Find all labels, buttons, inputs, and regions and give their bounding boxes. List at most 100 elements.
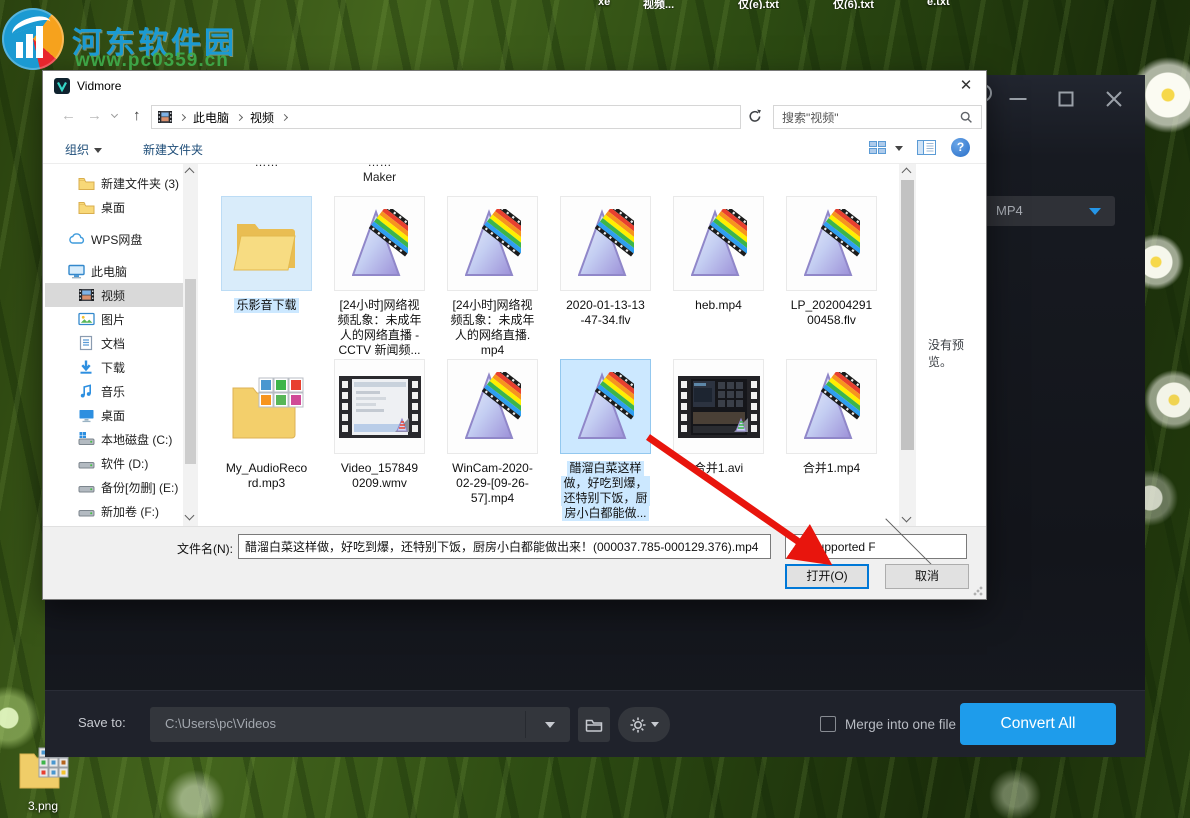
new-folder-button[interactable]: 新建文件夹 — [143, 141, 203, 158]
open-button[interactable]: 打开(O) — [785, 564, 869, 589]
breadcrumb-this-pc[interactable]: 此电脑 — [193, 109, 229, 126]
video-triangle-icon — [673, 196, 764, 291]
sidebar-item-10-drive-windows[interactable]: 本地磁盘 (C:) — [45, 427, 183, 451]
file-list-scrollbar[interactable] — [899, 164, 916, 526]
file-tile-r1c4[interactable]: 合并1.avi — [673, 359, 764, 476]
sidebar-item-0-folder[interactable]: 新建文件夹 (3) — [45, 171, 183, 195]
breadcrumb-chevron-icon — [236, 113, 243, 120]
sidebar-item-7-download[interactable]: 下载 — [45, 355, 183, 379]
drive-icon — [78, 455, 95, 471]
sidebar-item-12-drive[interactable]: 备份[勿删] (E:) — [45, 475, 183, 499]
filename-input[interactable] — [238, 534, 771, 559]
drive-icon — [78, 479, 95, 495]
save-path-select[interactable]: C:\Users\pc\Videos — [150, 707, 570, 742]
search-icon — [960, 111, 973, 124]
file-tile-r1c3[interactable]: 醋溜白菜这样做，好吃到爆，还特别下饭，厨房小白都能做... — [560, 359, 651, 521]
file-tile-r0c5[interactable]: LP_20200429100458.flv — [786, 196, 877, 328]
sidebar-item-label: 备份[勿删] (E:) — [101, 479, 178, 496]
sidebar-item-label: 视频 — [101, 287, 125, 304]
back-button[interactable]: ← — [61, 107, 76, 124]
sidebar-item-11-drive[interactable]: 软件 (D:) — [45, 451, 183, 475]
output-format-dropdown[interactable]: MP4 — [980, 196, 1115, 226]
drive-windows-icon — [78, 431, 95, 447]
sidebar-item-8-music[interactable]: 音乐 — [45, 379, 183, 403]
file-name-label: 乐影音下载 — [221, 298, 312, 313]
file-tile-r1c2[interactable]: WinCam-2020-02-29-[09-26-57].mp4 — [447, 359, 538, 506]
vidmore-app-icon — [54, 78, 70, 97]
pictures-icon — [78, 311, 95, 327]
sidebar-item-5-pictures[interactable]: 图片 — [45, 307, 183, 331]
sidebar-item-label: 软件 (D:) — [101, 455, 148, 472]
desktop-icon-label: 3.png — [12, 799, 74, 813]
file-tile-r0c0[interactable]: 乐影音下载 — [221, 196, 312, 313]
chevron-down-icon — [94, 148, 102, 153]
history-chevron-icon[interactable] — [111, 111, 118, 118]
search-placeholder: 搜索"视频" — [782, 109, 960, 126]
dialog-command-bar: 组织 新建文件夹 ? — [43, 133, 986, 164]
sidebar-item-3-computer[interactable]: 此电脑 — [45, 259, 183, 283]
sidebar-item-label: 桌面 — [101, 199, 125, 216]
save-to-label: Save to: — [78, 715, 126, 730]
cancel-button[interactable]: 取消 — [885, 564, 969, 589]
video-icon — [78, 287, 95, 303]
sidebar-item-4-video[interactable]: 视频 — [45, 283, 183, 307]
sidebar-scrollbar[interactable] — [183, 164, 198, 526]
file-tile-r0c3[interactable]: 2020-01-13-13-47-34.flv — [560, 196, 651, 328]
cloud-icon — [68, 231, 85, 247]
resize-grip[interactable] — [973, 586, 983, 596]
file-tile-r1c5[interactable]: 合并1.mp4 — [786, 359, 877, 476]
refresh-button[interactable] — [748, 109, 762, 126]
minimize-button[interactable] — [1001, 86, 1035, 112]
sidebar-item-label: 新建文件夹 (3) — [101, 175, 179, 192]
file-type-dropdown[interactable]: All Supported Formats (*.ts; — [785, 534, 967, 559]
sidebar-item-9-desktop[interactable]: 桌面 — [45, 403, 183, 427]
change-view-icon[interactable] — [869, 141, 887, 156]
sidebar-item-label: 图片 — [101, 311, 125, 328]
preview-pane: 没有预览。 — [916, 164, 986, 526]
dialog-close-button[interactable]: ✕ — [954, 75, 978, 97]
file-name-label: [24小时]网络视频乱象：未成年人的网络直播.mp4 — [447, 298, 538, 358]
image-folder-icon — [16, 779, 70, 796]
chevron-down-icon[interactable] — [895, 146, 903, 151]
forward-button[interactable]: → — [87, 107, 102, 124]
merge-checkbox[interactable] — [820, 716, 836, 732]
convert-all-button[interactable]: Convert All — [960, 703, 1116, 745]
sidebar-item-1-folder[interactable]: 桌面 — [45, 195, 183, 219]
sidebar-item-label: 下载 — [101, 359, 125, 376]
help-icon[interactable]: ? — [951, 138, 970, 157]
file-list-scrollbar-thumb[interactable] — [901, 180, 914, 450]
file-name-label: 2020-01-13-13-47-34.flv — [560, 298, 651, 328]
sidebar-item-label: 桌面 — [101, 407, 125, 424]
file-tile-r1c1[interactable]: Video_1578490209.wmv — [334, 359, 425, 491]
converter-bottom-bar: Save to: C:\Users\pc\Videos Merge into o… — [45, 690, 1145, 757]
dialog-title-bar: Vidmore ✕ — [43, 71, 986, 101]
settings-button[interactable] — [618, 707, 670, 742]
breadcrumb-videos[interactable]: 视频 — [250, 109, 274, 126]
site-url: www.pc0359.cn — [75, 50, 229, 72]
clipped-desktop-label: 仅(6).txt — [833, 0, 874, 9]
video-triangle-icon — [447, 196, 538, 291]
watermark: 河东软件园 www.pc0359.cn — [0, 6, 320, 70]
file-name-label: LP_20200429100458.flv — [786, 298, 877, 328]
open-output-folder-button[interactable] — [578, 707, 610, 742]
sidebar-item-2-cloud[interactable]: WPS网盘 — [45, 227, 183, 251]
folder-icon — [78, 175, 95, 191]
sidebar-item-6-document[interactable]: 文档 — [45, 331, 183, 355]
file-tile-r0c4[interactable]: heb.mp4 — [673, 196, 764, 313]
file-name-label: My_AudioRecord.mp3 — [221, 461, 312, 491]
search-input[interactable]: 搜索"视频" — [773, 105, 982, 129]
dialog-nav-bar: ← → ↑ 此电脑 视频 搜索"视频" — [43, 101, 986, 133]
close-button[interactable] — [1097, 86, 1131, 112]
organize-menu[interactable]: 组织 — [65, 141, 102, 158]
maximize-button[interactable] — [1049, 86, 1083, 112]
file-tile-r0c2[interactable]: [24小时]网络视频乱象：未成年人的网络直播.mp4 — [447, 196, 538, 358]
file-tile-r1c0[interactable]: My_AudioRecord.mp3 — [221, 359, 312, 491]
sidebar-scrollbar-thumb[interactable] — [185, 279, 196, 464]
file-tile-r0c1[interactable]: [24小时]网络视频乱象：未成年人的网络直播 -CCTV 新闻频... — [334, 196, 425, 358]
preview-pane-icon[interactable] — [917, 140, 936, 158]
video-triangle-icon — [560, 196, 651, 291]
sidebar-item-13-drive[interactable]: 新加卷 (F:) — [45, 499, 183, 523]
up-button[interactable]: ↑ — [133, 107, 141, 124]
file-name-label: WinCam-2020-02-29-[09-26-57].mp4 — [447, 461, 538, 506]
chevron-down-icon — [651, 722, 659, 727]
